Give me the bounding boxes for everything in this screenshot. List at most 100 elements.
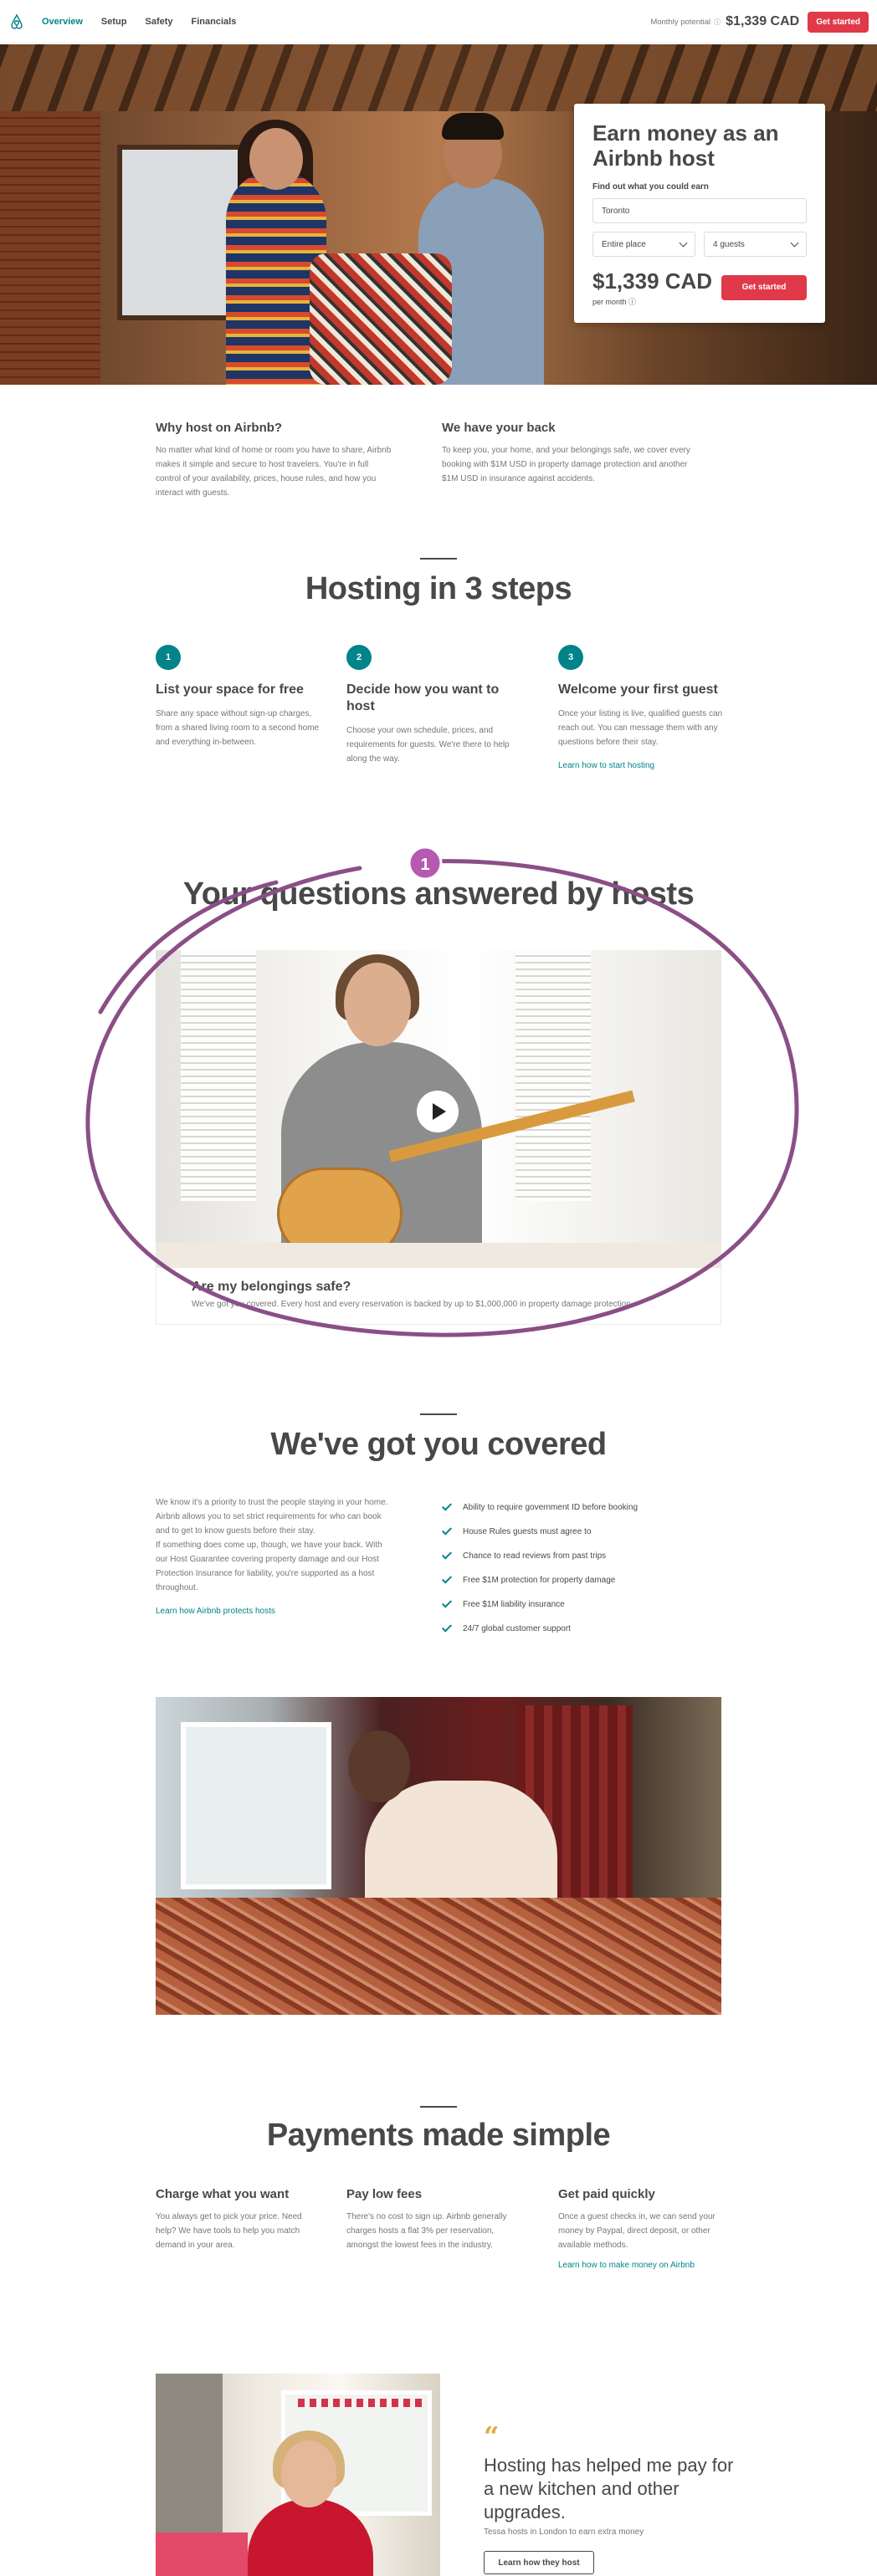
check-icon <box>441 1622 453 1633</box>
make-money-link[interactable]: Learn how to make money on Airbnb <box>558 2261 726 2270</box>
photo-bed <box>156 1898 721 2015</box>
chevron-down-icon <box>679 238 688 247</box>
covered-description: We know it's a priority to trust the peo… <box>156 1495 394 1616</box>
photo-window <box>181 1722 331 1889</box>
learn-how-they-host-button[interactable]: Learn how they host <box>484 2551 594 2574</box>
step-title: Decide how you want to host <box>346 682 500 713</box>
annotation-badge <box>408 846 443 881</box>
check-icon <box>441 1573 453 1584</box>
nav-financials[interactable]: Financials <box>192 17 237 27</box>
check-icon <box>441 1525 453 1536</box>
photo-counter <box>156 2533 248 2576</box>
window-blinds <box>181 950 256 1201</box>
hero-woman-face <box>249 128 303 190</box>
payments-title: Payments made simple <box>266 2118 611 2153</box>
quote-icon: “ <box>484 2420 500 2452</box>
airbnb-logo-icon[interactable] <box>8 13 25 30</box>
payment-title: Pay low fees <box>346 2187 423 2201</box>
step-text: Once your listing is live, qualified gue… <box>558 709 723 747</box>
payment-quick: Get paid quickly Once a guest checks in,… <box>558 2187 726 2270</box>
step-number: 2 <box>346 645 372 670</box>
video-host-face <box>344 963 411 1046</box>
check-icon <box>441 1597 453 1608</box>
place-type-value: Entire place <box>602 239 646 249</box>
covered-list: Ability to require government ID before … <box>441 1495 638 1641</box>
city-input[interactable]: Toronto <box>592 198 807 223</box>
your-back-text: To keep you, your home, and your belongi… <box>442 446 690 483</box>
payment-text: You always get to pick your price. Need … <box>156 2212 302 2250</box>
earnings-title: Earn money as an Airbnb host <box>592 120 779 171</box>
guests-value: 4 guests <box>713 239 745 249</box>
why-host-title: Why host on Airbnb? <box>156 421 283 435</box>
steps-title: Hosting in 3 steps <box>305 571 572 606</box>
play-icon <box>433 1103 446 1120</box>
payment-title: Charge what you want <box>156 2187 290 2201</box>
list-item: Free $1M liability insurance <box>441 1592 638 1617</box>
section-divider <box>420 2106 457 2108</box>
window-blinds <box>515 950 591 1201</box>
protects-hosts-link[interactable]: Learn how Airbnb protects hosts <box>156 1607 394 1616</box>
step-3: 3 Welcome your first guest Once your lis… <box>558 645 726 770</box>
host-making-bed-photo <box>156 1697 721 2015</box>
covered-text-2: If something does come up, though, we ha… <box>156 1541 382 1592</box>
nav-overview[interactable]: Overview <box>42 17 83 27</box>
monthly-potential-label: Monthly potential <box>650 17 711 27</box>
video-floor <box>156 1243 721 1268</box>
testimonial-attribution: Tessa hosts in London to earn extra mone… <box>484 2527 644 2537</box>
earnings-get-started-button[interactable]: Get started <box>721 275 807 300</box>
hero-man-hair <box>442 113 504 140</box>
step-2: 2 Decide how you want to host Choose you… <box>346 645 514 766</box>
video-caption: Are my belongings safe? We've got you co… <box>156 1268 721 1325</box>
covered-text-1: We know it's a priority to trust the peo… <box>156 1498 388 1536</box>
payment-title: Get paid quickly <box>558 2187 655 2201</box>
list-item: Ability to require government ID before … <box>441 1495 638 1520</box>
step-text: Share any space without sign-up charges,… <box>156 709 320 747</box>
learn-start-hosting-link[interactable]: Learn how to start hosting <box>558 761 726 770</box>
section-divider <box>420 1413 457 1415</box>
top-navigation: Overview Setup Safety Financials Monthly… <box>0 0 877 43</box>
nav-links: Overview Setup Safety Financials <box>42 0 254 43</box>
earnings-card: Earn money as an Airbnb host Find out wh… <box>574 104 825 323</box>
list-item: Free $1M protection for property damage <box>441 1568 638 1592</box>
section-divider <box>420 558 457 560</box>
list-item: 24/7 global customer support <box>441 1617 638 1641</box>
video-player[interactable] <box>156 950 721 1268</box>
video-caption-title: Are my belongings safe? <box>192 1280 351 1294</box>
step-text: Choose your own schedule, prices, and re… <box>346 726 510 764</box>
nav-safety[interactable]: Safety <box>145 17 172 27</box>
payment-charge: Charge what you want You always get to p… <box>156 2187 323 2252</box>
list-item: Chance to read reviews from past trips <box>441 1544 638 1568</box>
nav-get-started-button[interactable]: Get started <box>808 11 869 33</box>
hero-window <box>117 145 243 320</box>
monthly-potential-value: $1,339 CAD <box>726 14 800 28</box>
photo-bunting <box>298 2399 423 2407</box>
questions-title: Your questions answered by hosts <box>182 877 695 912</box>
earnings-amount: $1,339 CAD <box>592 268 713 294</box>
info-icon[interactable]: ⓘ <box>628 298 636 306</box>
earnings-period: per month ⓘ <box>592 298 637 306</box>
why-host-text: No matter what kind of home or room you … <box>156 446 392 498</box>
step-number: 1 <box>156 645 181 670</box>
info-icon[interactable]: ⓘ <box>714 18 721 27</box>
place-type-select[interactable]: Entire place <box>592 232 695 257</box>
step-title: Welcome your first guest <box>558 682 718 697</box>
annotation-number: 1 <box>420 856 429 874</box>
video-caption-text: We've got you covered. Every host and ev… <box>192 1300 633 1309</box>
hero-ceiling <box>0 44 877 111</box>
city-value: Toronto <box>602 206 630 216</box>
photo-host-head <box>348 1730 410 1802</box>
play-button[interactable] <box>417 1091 459 1132</box>
nav-setup[interactable]: Setup <box>101 17 127 27</box>
nav-right: Monthly potential ⓘ $1,339 CAD Get start… <box>650 0 869 43</box>
list-item: House Rules guests must agree to <box>441 1520 638 1544</box>
payment-text: There's no cost to sign up. Airbnb gener… <box>346 2212 507 2250</box>
payment-fees: Pay low fees There's no cost to sign up.… <box>346 2187 514 2252</box>
hero-brick-wall <box>0 111 100 385</box>
check-icon <box>441 1549 453 1560</box>
testimonial-photo <box>156 2374 440 2576</box>
step-title: List your space for free <box>156 682 304 697</box>
chevron-down-icon <box>790 238 799 247</box>
testimonial-quote: Hosting has helped me pay for a new kitc… <box>484 2455 734 2522</box>
covered-title: We've got you covered <box>270 1427 607 1462</box>
guests-select[interactable]: 4 guests <box>704 232 807 257</box>
